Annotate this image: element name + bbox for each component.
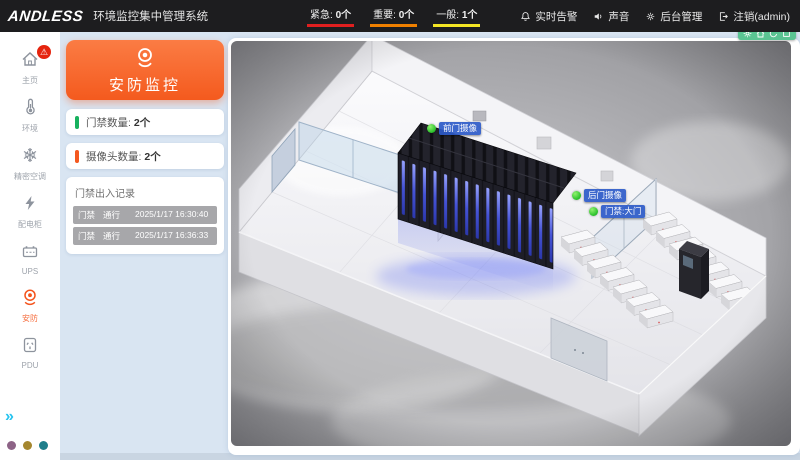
alarm-stats: 紧急: 0个 重要: 0个 一般: 1个 [291, 6, 480, 27]
gear-icon [645, 11, 656, 22]
camera-count-value: 2个 [144, 149, 160, 164]
marker-label: 门禁:大门 [601, 205, 645, 218]
camera-marker-front[interactable]: 前门摄像 [427, 122, 481, 135]
green-pill-icon [75, 116, 79, 129]
sidebar-item-power-cabinet[interactable]: 配电柜 [0, 188, 60, 236]
sidebar-item-precision-ac[interactable]: 精密空调 [0, 140, 60, 188]
realtime-alarm-button[interactable]: 实时告警 [520, 9, 577, 24]
marker-label: 后门摄像 [584, 189, 626, 202]
alarm-general-filter[interactable]: 一般: 1个 [433, 6, 480, 27]
webcam-icon [133, 46, 157, 72]
sound-button[interactable]: 声音 [593, 9, 629, 24]
green-status-dot-icon [427, 124, 436, 133]
alarm-important-filter[interactable]: 重要: 0个 [370, 6, 417, 27]
door-access-marker[interactable]: 门禁:大门 [589, 205, 645, 218]
orange-pill-icon [75, 150, 79, 163]
battery-icon [20, 248, 40, 265]
logout-icon [718, 11, 729, 22]
door-count-value: 2个 [134, 115, 150, 130]
sidebar-item-home[interactable]: 主页 ⚠ [0, 44, 60, 92]
topbar: ANDLESS 环境监控集中管理系统 紧急: 0个 重要: 0个 一般: 1个 … [0, 0, 800, 32]
logout-button[interactable]: 注销(admin) [718, 9, 790, 24]
sidebar-item-security[interactable]: 安防 [0, 282, 60, 330]
security-monitor-button[interactable]: 安防监控 [66, 40, 224, 100]
home-icon [20, 56, 40, 73]
door-count-label: 门禁数量: [86, 115, 131, 130]
app-root: ANDLESS 环境监控集中管理系统 紧急: 0个 重要: 0个 一般: 1个 … [0, 0, 800, 460]
sidebar-item-pdu[interactable]: PDU [0, 330, 60, 376]
sidebar-item-environment[interactable]: 环境 [0, 92, 60, 140]
webcam-icon [20, 294, 40, 311]
app-title: 环境监控集中管理系统 [93, 8, 208, 24]
bell-icon [520, 11, 531, 22]
sidebar: 主页 ⚠ 环境 精密空调 配电柜 UPS 安防 PDU » [0, 32, 60, 460]
access-record-row: 门禁 通行 2025/1/17 16:30:40 [73, 206, 217, 224]
thermometer-icon [20, 104, 40, 121]
camera-count-label: 摄像头数量: [86, 149, 141, 164]
access-record-row: 门禁 通行 2025/1/17 16:36:33 [73, 227, 217, 245]
status-dots [7, 441, 48, 450]
security-panel: 安防监控 门禁数量: 2个 摄像头数量: 2个 门禁出入记录 门禁 通行 202… [66, 40, 224, 254]
room-render [231, 41, 791, 446]
scene-panel: 前门摄像 后门摄像 门禁:大门 [228, 38, 800, 455]
brand-logo: ANDLESS [7, 8, 84, 25]
green-status-dot-icon [589, 207, 598, 216]
topbar-actions: 实时告警 声音 后台管理 注销(admin) [504, 9, 790, 24]
speaker-icon [593, 11, 604, 22]
status-dot-teal [39, 441, 48, 450]
sidebar-item-ups[interactable]: UPS [0, 236, 60, 282]
green-status-dot-icon [572, 191, 581, 200]
alarm-critical-filter[interactable]: 紧急: 0个 [307, 6, 354, 27]
camera-count-card: 摄像头数量: 2个 [66, 143, 224, 169]
status-dot-gold [23, 441, 32, 450]
lightning-icon [20, 200, 40, 217]
marker-label: 前门摄像 [439, 122, 481, 135]
status-dot-purple [7, 441, 16, 450]
socket-icon [20, 342, 40, 359]
access-records-card: 门禁出入记录 门禁 通行 2025/1/17 16:30:40 门禁 通行 20… [66, 177, 224, 254]
camera-marker-rear[interactable]: 后门摄像 [572, 189, 626, 202]
door-count-card: 门禁数量: 2个 [66, 109, 224, 135]
admin-button[interactable]: 后台管理 [645, 9, 702, 24]
security-monitor-label: 安防监控 [109, 74, 181, 95]
sidebar-expand-button[interactable]: » [5, 408, 14, 426]
snowflake-icon [20, 152, 40, 169]
access-records-title: 门禁出入记录 [75, 185, 217, 200]
alert-badge-icon[interactable]: ⚠ [37, 45, 51, 59]
datacenter-3d-view[interactable]: 前门摄像 后门摄像 门禁:大门 [231, 41, 791, 446]
